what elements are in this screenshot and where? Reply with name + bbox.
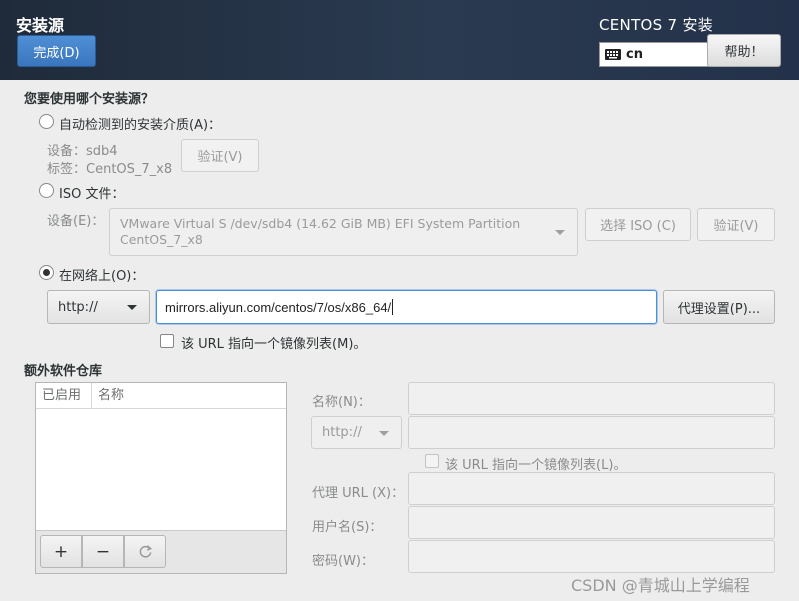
auto-detect-volume-label: 标签：CentOS_7_x8: [47, 162, 173, 177]
done-button[interactable]: 完成(D): [17, 35, 96, 67]
repo-url-input[interactable]: mirrors.aliyun.com/centos/7/os/x86_64/: [156, 290, 657, 324]
password-input[interactable]: [408, 540, 775, 573]
protocol-select[interactable]: http://: [47, 290, 150, 324]
keyboard-layout-text: cn: [626, 47, 643, 62]
iso-device-line2: CentOS_7_x8: [120, 232, 203, 247]
iso-device-label: 设备(E)：: [47, 214, 105, 229]
password-label: 密码(W)：: [312, 554, 374, 569]
iso-device-line1: VMware Virtual S /dev/sdb4 (14.62 GiB MB…: [120, 216, 521, 231]
repo-url-input-extra[interactable]: [408, 416, 775, 449]
column-name[interactable]: 名称: [92, 383, 124, 408]
auto-detect-radio[interactable]: [39, 114, 54, 129]
iso-verify-button[interactable]: 验证(V): [697, 208, 775, 241]
text-cursor: [392, 299, 394, 315]
repo-mirrorlist-label: 该 URL 指向一个镜像列表(L)。: [445, 458, 627, 473]
username-label: 用户名(S)：: [312, 520, 383, 535]
repo-list-header: 已启用 名称: [36, 383, 286, 409]
iso-label: ISO 文件：: [59, 187, 125, 202]
repo-url-value: mirrors.aliyun.com/centos/7/os/x86_64/: [165, 299, 392, 315]
chevron-down-icon: [379, 430, 389, 436]
repo-list-toolbar: + −: [36, 530, 286, 573]
network-radio[interactable]: [39, 265, 54, 280]
proxy-url-input[interactable]: [408, 472, 775, 505]
choose-iso-button[interactable]: 选择 ISO (C): [585, 208, 691, 241]
chevron-down-icon: [127, 305, 137, 310]
help-button[interactable]: 帮助！: [707, 34, 781, 67]
header-bar: [0, 0, 799, 80]
refresh-icon: [139, 545, 152, 558]
watermark: CSDN @青城山上学编程: [571, 576, 750, 595]
add-repo-button[interactable]: +: [40, 535, 82, 568]
iso-radio[interactable]: [39, 183, 54, 198]
source-question: 您要使用哪个安装源？: [24, 92, 155, 107]
auto-detect-label: 自动检测到的安装介质(A)：: [59, 118, 222, 133]
mirrorlist-label: 该 URL 指向一个镜像列表(M)。: [181, 337, 367, 352]
auto-detect-verify-button[interactable]: 验证(V): [181, 139, 259, 172]
proxy-settings-button[interactable]: 代理设置(P)...: [663, 290, 775, 324]
chevron-down-icon: [555, 230, 565, 235]
product-title: CENTOS 7 安装: [599, 16, 714, 34]
extra-repos-heading: 额外软件仓库: [24, 364, 103, 379]
repo-protocol-value: http://: [322, 425, 362, 440]
remove-repo-button[interactable]: −: [82, 535, 124, 568]
auto-detect-device: 设备：sdb4: [47, 144, 118, 159]
repo-list[interactable]: 已启用 名称 + −: [35, 382, 287, 574]
column-enabled[interactable]: 已启用: [36, 383, 92, 408]
page-title: 安装源: [16, 16, 65, 35]
repo-name-label: 名称(N)：: [312, 395, 371, 410]
keyboard-icon: [605, 49, 621, 60]
mirrorlist-checkbox[interactable]: [160, 334, 174, 348]
iso-device-select[interactable]: VMware Virtual S /dev/sdb4 (14.62 GiB MB…: [109, 208, 578, 256]
repo-name-input[interactable]: [408, 382, 775, 415]
keyboard-layout-indicator[interactable]: cn: [599, 42, 709, 67]
protocol-value: http://: [58, 299, 98, 315]
repo-mirrorlist-checkbox[interactable]: [425, 454, 439, 468]
refresh-repo-button[interactable]: [124, 535, 166, 568]
proxy-url-label: 代理 URL (X)：: [312, 486, 405, 501]
network-label: 在网络上(O)：: [59, 269, 145, 284]
repo-protocol-select[interactable]: http://: [311, 416, 402, 449]
username-input[interactable]: [408, 506, 775, 539]
